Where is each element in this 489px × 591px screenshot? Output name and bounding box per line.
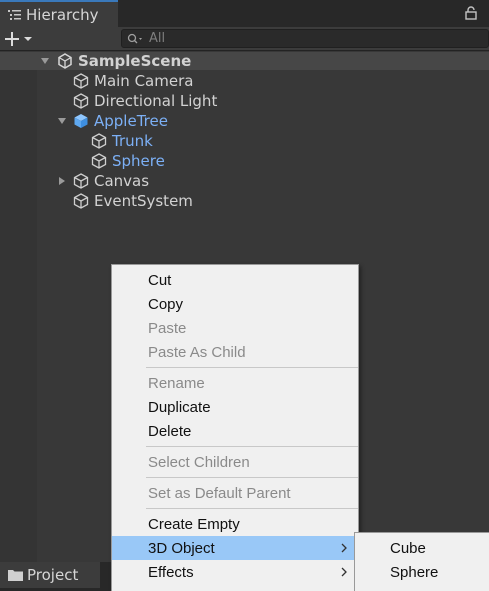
hierarchy-item-main-camera[interactable]: Main Camera: [72, 71, 193, 91]
dropdown-arrow-icon: [24, 37, 32, 41]
tree-gutter: [0, 52, 37, 562]
search-input[interactable]: [149, 31, 449, 46]
hierarchy-item-sphere[interactable]: Sphere: [90, 151, 165, 171]
menu-item-select-children[interactable]: Select Children: [112, 450, 358, 474]
search-field[interactable]: [121, 29, 489, 48]
hierarchy-item-eventsystem[interactable]: EventSystem: [72, 191, 193, 211]
hierarchy-item-canvas[interactable]: Canvas: [57, 171, 149, 191]
menu-separator: [146, 367, 358, 368]
search-icon: [127, 33, 142, 43]
menu-separator: [146, 477, 358, 478]
menu-item-3d-object[interactable]: 3D Object: [112, 536, 358, 560]
gameobject-cube-icon: [91, 153, 107, 169]
submenu-item-cube[interactable]: Cube: [355, 536, 489, 560]
gameobject-cube-icon: [73, 73, 89, 89]
hierarchy-toolbar: [0, 27, 489, 51]
list-icon: [8, 9, 21, 20]
expand-arrow-icon[interactable]: [57, 116, 67, 126]
menu-separator: [146, 508, 358, 509]
chevron-right-icon: [341, 567, 347, 577]
unity-scene-icon: [58, 53, 72, 69]
hierarchy-item-label: AppleTree: [94, 112, 168, 130]
hierarchy-item-label: Trunk: [112, 132, 153, 150]
menu-item-create-empty[interactable]: Create Empty: [112, 512, 358, 536]
submenu-3d-object: Cube Sphere: [354, 532, 489, 591]
scene-name: SampleScene: [78, 52, 192, 70]
menu-item-label: 3D Object: [148, 539, 215, 557]
submenu-item-sphere[interactable]: Sphere: [355, 560, 489, 584]
gameobject-cube-icon: [91, 133, 107, 149]
hierarchy-item-label: Sphere: [112, 152, 165, 170]
folder-icon: [8, 570, 23, 581]
hierarchy-item-label: Directional Light: [94, 92, 218, 110]
menu-item-rename[interactable]: Rename: [112, 371, 358, 395]
hierarchy-item-trunk[interactable]: Trunk: [90, 131, 153, 151]
add-button[interactable]: [4, 29, 38, 49]
gameobject-cube-icon: [73, 93, 89, 109]
menu-item-copy[interactable]: Copy: [112, 292, 358, 316]
tab-hierarchy-label: Hierarchy: [26, 5, 99, 24]
menu-item-paste-as-child[interactable]: Paste As Child: [112, 340, 358, 364]
menu-item-label: Effects: [148, 563, 194, 581]
chevron-right-icon: [341, 543, 347, 553]
hierarchy-tab-bar: Hierarchy: [0, 0, 489, 27]
menu-item-effects[interactable]: Effects: [112, 560, 358, 584]
menu-item-cut[interactable]: Cut: [112, 268, 358, 292]
menu-item-paste[interactable]: Paste: [112, 316, 358, 340]
menu-item-duplicate[interactable]: Duplicate: [112, 395, 358, 419]
tab-project-label: Project: [27, 566, 79, 584]
tab-hierarchy[interactable]: Hierarchy: [0, 0, 118, 27]
expand-arrow-icon[interactable]: [40, 56, 50, 66]
collapse-arrow-icon[interactable]: [57, 176, 67, 186]
context-menu: Cut Copy Paste Paste As Child Rename Dup…: [111, 264, 359, 591]
hierarchy-item-label: EventSystem: [94, 192, 193, 210]
tab-project[interactable]: Project: [0, 562, 100, 588]
menu-separator: [146, 446, 358, 447]
menu-item-delete[interactable]: Delete: [112, 419, 358, 443]
lock-icon[interactable]: [465, 6, 477, 20]
plus-icon: [5, 32, 19, 46]
gameobject-cube-icon: [73, 193, 89, 209]
hierarchy-item-appletree[interactable]: AppleTree: [57, 111, 168, 131]
prefab-cube-icon: [74, 114, 88, 128]
scene-row[interactable]: SampleScene: [0, 52, 489, 70]
hierarchy-item-directional-light[interactable]: Directional Light: [72, 91, 217, 111]
hierarchy-item-label: Main Camera: [94, 72, 194, 90]
menu-item-set-default-parent[interactable]: Set as Default Parent: [112, 481, 358, 505]
gameobject-cube-icon: [73, 173, 89, 189]
hierarchy-item-label: Canvas: [94, 172, 150, 190]
